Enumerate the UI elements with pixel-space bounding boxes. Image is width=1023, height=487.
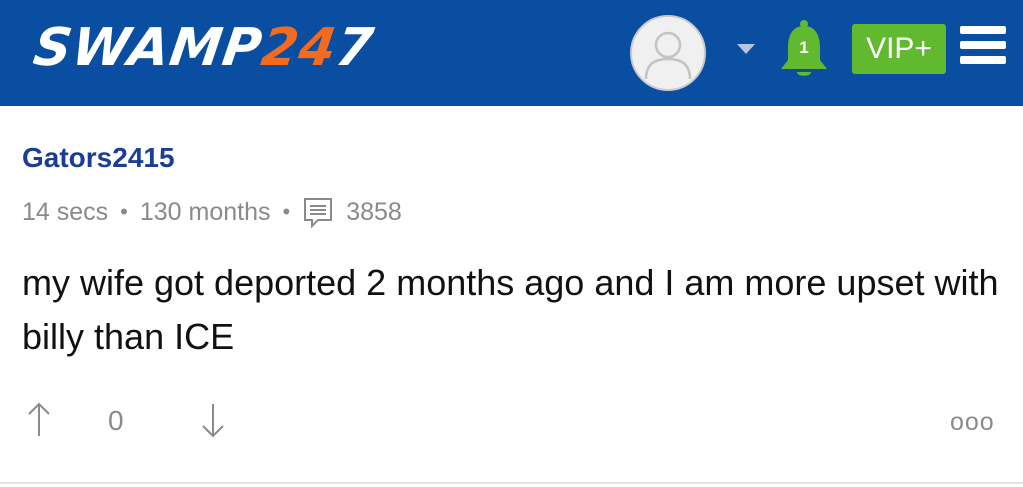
upvote-arrow-icon[interactable] <box>24 400 54 440</box>
logo-text-swamp: SWAMP <box>29 18 267 78</box>
menu-bar <box>960 41 1006 49</box>
post-count: 3858 <box>346 197 402 226</box>
site-logo[interactable]: SWAMP247 <box>29 14 378 82</box>
vip-plus-button[interactable]: VIP+ <box>852 24 946 74</box>
post-count-icon <box>304 198 333 228</box>
post-time: 14 secs <box>22 197 109 226</box>
hamburger-menu-icon[interactable] <box>960 26 1006 70</box>
downvote-arrow-icon[interactable] <box>198 400 228 440</box>
logo-text-24: 24 <box>257 18 341 78</box>
meta-separator: • <box>282 199 291 224</box>
post-divider <box>0 482 1023 484</box>
notification-count-badge: 1 <box>799 38 809 57</box>
post-body: my wife got deported 2 months ago and I … <box>22 262 999 357</box>
post-meta: 14 secs • 130 months • 3858 <box>22 196 402 228</box>
caret-down-icon[interactable] <box>737 44 755 54</box>
site-header: SWAMP247 1 VIP+ <box>0 0 1023 106</box>
avatar-silhouette-icon <box>644 31 692 80</box>
logo-text-7: 7 <box>332 18 378 78</box>
vote-score: 0 <box>108 405 124 436</box>
meta-separator: • <box>120 199 128 224</box>
user-avatar-icon[interactable] <box>630 15 706 91</box>
member-duration: 130 months <box>139 197 271 226</box>
menu-bar <box>960 26 1006 34</box>
menu-bar <box>960 56 1006 64</box>
post-username-link[interactable]: Gators2415 <box>22 142 175 174</box>
more-options-button[interactable]: ooo <box>950 408 995 437</box>
